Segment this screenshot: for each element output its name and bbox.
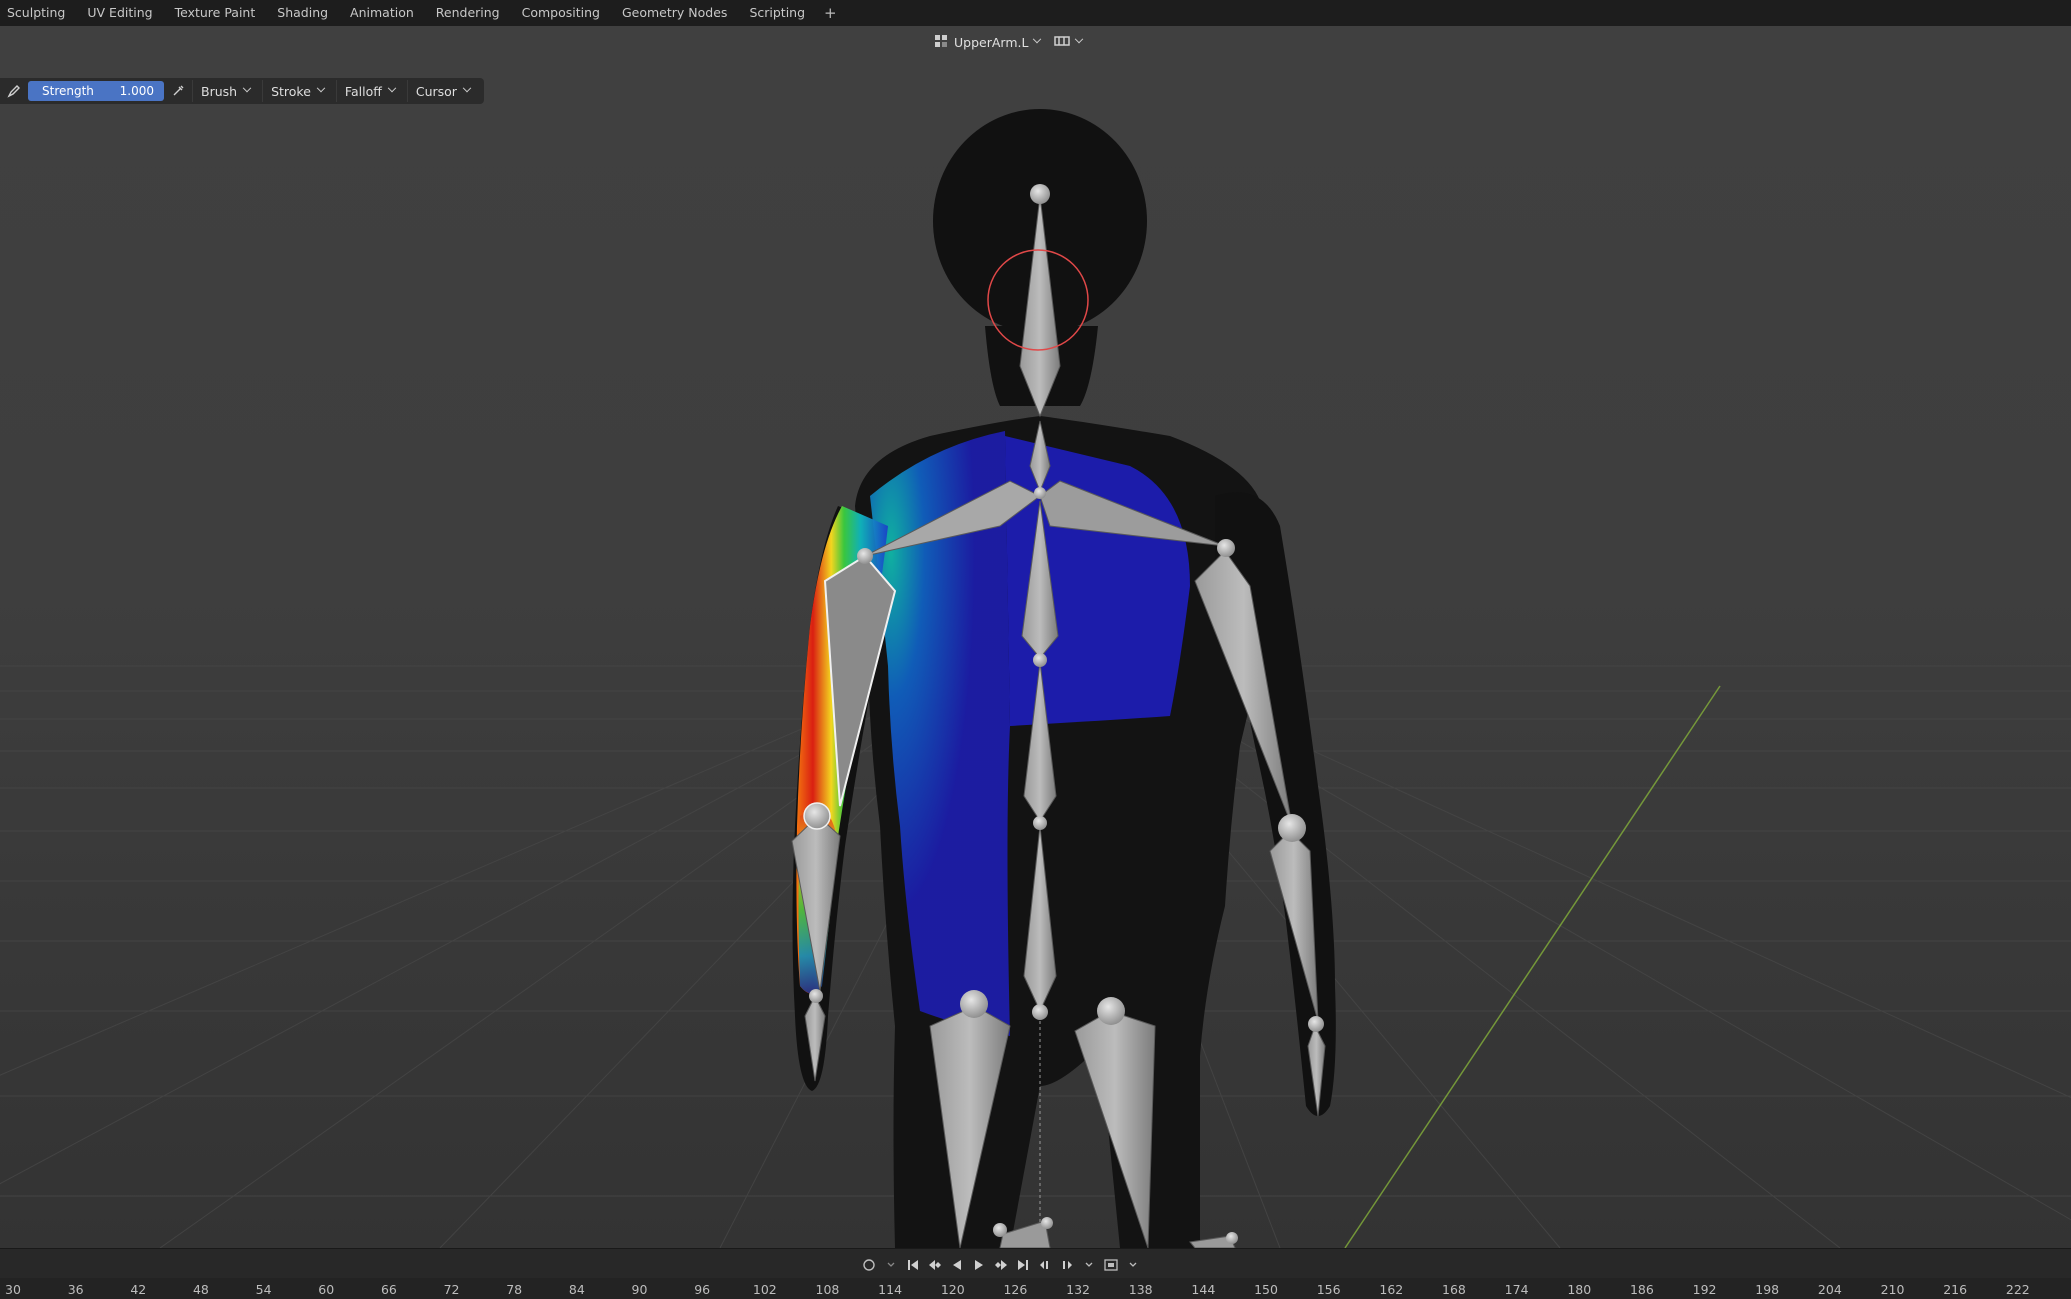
frame-tick-label: 54 <box>255 1282 272 1297</box>
frame-tick-label: 198 <box>1755 1282 1780 1297</box>
frame-tick-label: 66 <box>380 1282 397 1297</box>
bone-display-icon <box>1054 35 1071 50</box>
cursor-dropdown-label: Cursor <box>415 83 457 99</box>
active-bone-name: UpperArm.L <box>954 34 1029 50</box>
frame-tick-label: 42 <box>130 1282 147 1297</box>
frame-tick-label: 60 <box>318 1282 335 1297</box>
brush-icon[interactable] <box>4 81 24 101</box>
strength-slider[interactable]: Strength 1.000 <box>28 81 164 101</box>
frame-tick-label: 120 <box>940 1282 965 1297</box>
cursor-dropdown[interactable]: Cursor <box>406 80 478 102</box>
display-mode-selector[interactable] <box>1050 31 1086 53</box>
next-frame-icon[interactable] <box>1058 1256 1076 1274</box>
brush-dropdown-label: Brush <box>201 83 238 99</box>
frame-tick-label: 30 <box>5 1282 21 1297</box>
chevron-down-icon <box>316 83 326 93</box>
frame-tick-label: 114 <box>878 1282 903 1297</box>
frame-tick-label: 108 <box>815 1282 840 1297</box>
frame-tick-label: 156 <box>1316 1282 1341 1297</box>
workspace-tab-uv-editing[interactable]: UV Editing <box>76 0 163 26</box>
frame-tick-label: 126 <box>1003 1282 1028 1297</box>
workspace-tabs: Sculpting UV Editing Texture Paint Shading A… <box>0 0 816 26</box>
frame-tick-label: 78 <box>506 1282 523 1297</box>
workspace-tab-scripting[interactable]: Scripting <box>738 0 816 26</box>
workspace-bar: Sculpting UV Editing Texture Paint Shading A… <box>0 0 2071 26</box>
strength-value: 1.000 <box>119 84 154 98</box>
play-reverse-icon[interactable] <box>948 1256 966 1274</box>
chevron-down-icon[interactable] <box>1124 1256 1142 1274</box>
frame-tick-label: 84 <box>568 1282 585 1297</box>
chevron-down-icon <box>1075 34 1084 44</box>
y-axis-line <box>1344 685 1721 1248</box>
play-icon[interactable] <box>970 1256 988 1274</box>
frame-tick-label: 216 <box>1943 1282 1968 1297</box>
viewport-scene <box>0 109 2071 1248</box>
chevron-down-icon <box>242 83 252 93</box>
eyedropper-icon[interactable] <box>168 81 188 101</box>
timeline-editor: 30 36 42 48 54 60 66 72 78 84 90 96 102 108 114 120 126 1… <box>0 1248 2071 1299</box>
workspace-tab-rendering[interactable]: Rendering <box>425 0 511 26</box>
stroke-dropdown-label: Stroke <box>271 83 311 99</box>
add-workspace-button[interactable]: + <box>816 0 845 26</box>
armature-data-icon <box>934 34 948 51</box>
frame-tick-label: 180 <box>1567 1282 1592 1297</box>
frame-tick-label: 144 <box>1191 1282 1216 1297</box>
jump-end-icon[interactable] <box>1014 1256 1032 1274</box>
keyframe-record-icon[interactable] <box>860 1256 878 1274</box>
frame-tick-label: 222 <box>2005 1282 2030 1297</box>
falloff-dropdown-label: Falloff <box>344 83 382 99</box>
frame-tick-label: 174 <box>1504 1282 1529 1297</box>
workspace-tab-compositing[interactable]: Compositing <box>511 0 611 26</box>
workspace-tab-sculpting[interactable]: Sculpting <box>0 0 76 26</box>
3d-viewport[interactable]: UpperArm.L Strength 1.000 Brush Stroke F… <box>0 26 2071 1248</box>
brush-dropdown[interactable]: Brush <box>192 80 258 102</box>
tool-settings-bar: Strength 1.000 Brush Stroke Falloff Curs… <box>0 78 484 104</box>
frame-tick-label: 132 <box>1066 1282 1090 1297</box>
workspace-tab-animation[interactable]: Animation <box>339 0 425 26</box>
workspace-tab-shading[interactable]: Shading <box>266 0 339 26</box>
frame-ruler[interactable]: 30 36 42 48 54 60 66 72 78 84 90 96 102 108 114 120 126 1… <box>0 1278 2071 1299</box>
frame-tick-label: 162 <box>1379 1282 1404 1297</box>
active-bone-selector[interactable]: UpperArm.L <box>930 31 1044 53</box>
frame-tick-label: 48 <box>192 1282 209 1297</box>
chevron-down-icon[interactable] <box>1080 1256 1098 1274</box>
timeline-divider <box>0 1248 2071 1249</box>
chevron-down-icon <box>462 83 472 93</box>
frame-tick-label: 36 <box>67 1282 84 1297</box>
stroke-dropdown[interactable]: Stroke <box>262 80 332 102</box>
workspace-tab-geometry-nodes[interactable]: Geometry Nodes <box>611 0 738 26</box>
frame-tick-label: 150 <box>1254 1282 1278 1297</box>
chevron-down-icon[interactable] <box>882 1256 900 1274</box>
workspace-tab-texture-paint[interactable]: Texture Paint <box>164 0 267 26</box>
frame-tick-label: 192 <box>1692 1282 1717 1297</box>
frame-tick-label: 102 <box>752 1282 777 1297</box>
snap-icon[interactable] <box>1102 1256 1120 1274</box>
viewport-header-center: UpperArm.L <box>930 30 1086 54</box>
frame-tick-label: 168 <box>1442 1282 1466 1297</box>
chevron-down-icon <box>387 83 397 93</box>
next-keyframe-icon[interactable] <box>992 1256 1010 1274</box>
prev-frame-icon[interactable] <box>1036 1256 1054 1274</box>
strength-label: Strength <box>42 84 94 98</box>
frame-tick-label: 210 <box>1880 1282 1905 1297</box>
falloff-dropdown[interactable]: Falloff <box>335 80 403 102</box>
frame-tick-label: 96 <box>694 1282 711 1297</box>
frame-tick-label: 204 <box>1817 1282 1842 1297</box>
prev-keyframe-icon[interactable] <box>926 1256 944 1274</box>
jump-start-icon[interactable] <box>904 1256 922 1274</box>
frame-tick-label: 90 <box>631 1282 648 1297</box>
playback-controls <box>860 1254 1142 1276</box>
frame-tick-label: 138 <box>1128 1282 1153 1297</box>
frame-tick-label: 186 <box>1629 1282 1654 1297</box>
chevron-down-icon <box>1033 34 1042 44</box>
frame-tick-label: 72 <box>443 1282 460 1297</box>
